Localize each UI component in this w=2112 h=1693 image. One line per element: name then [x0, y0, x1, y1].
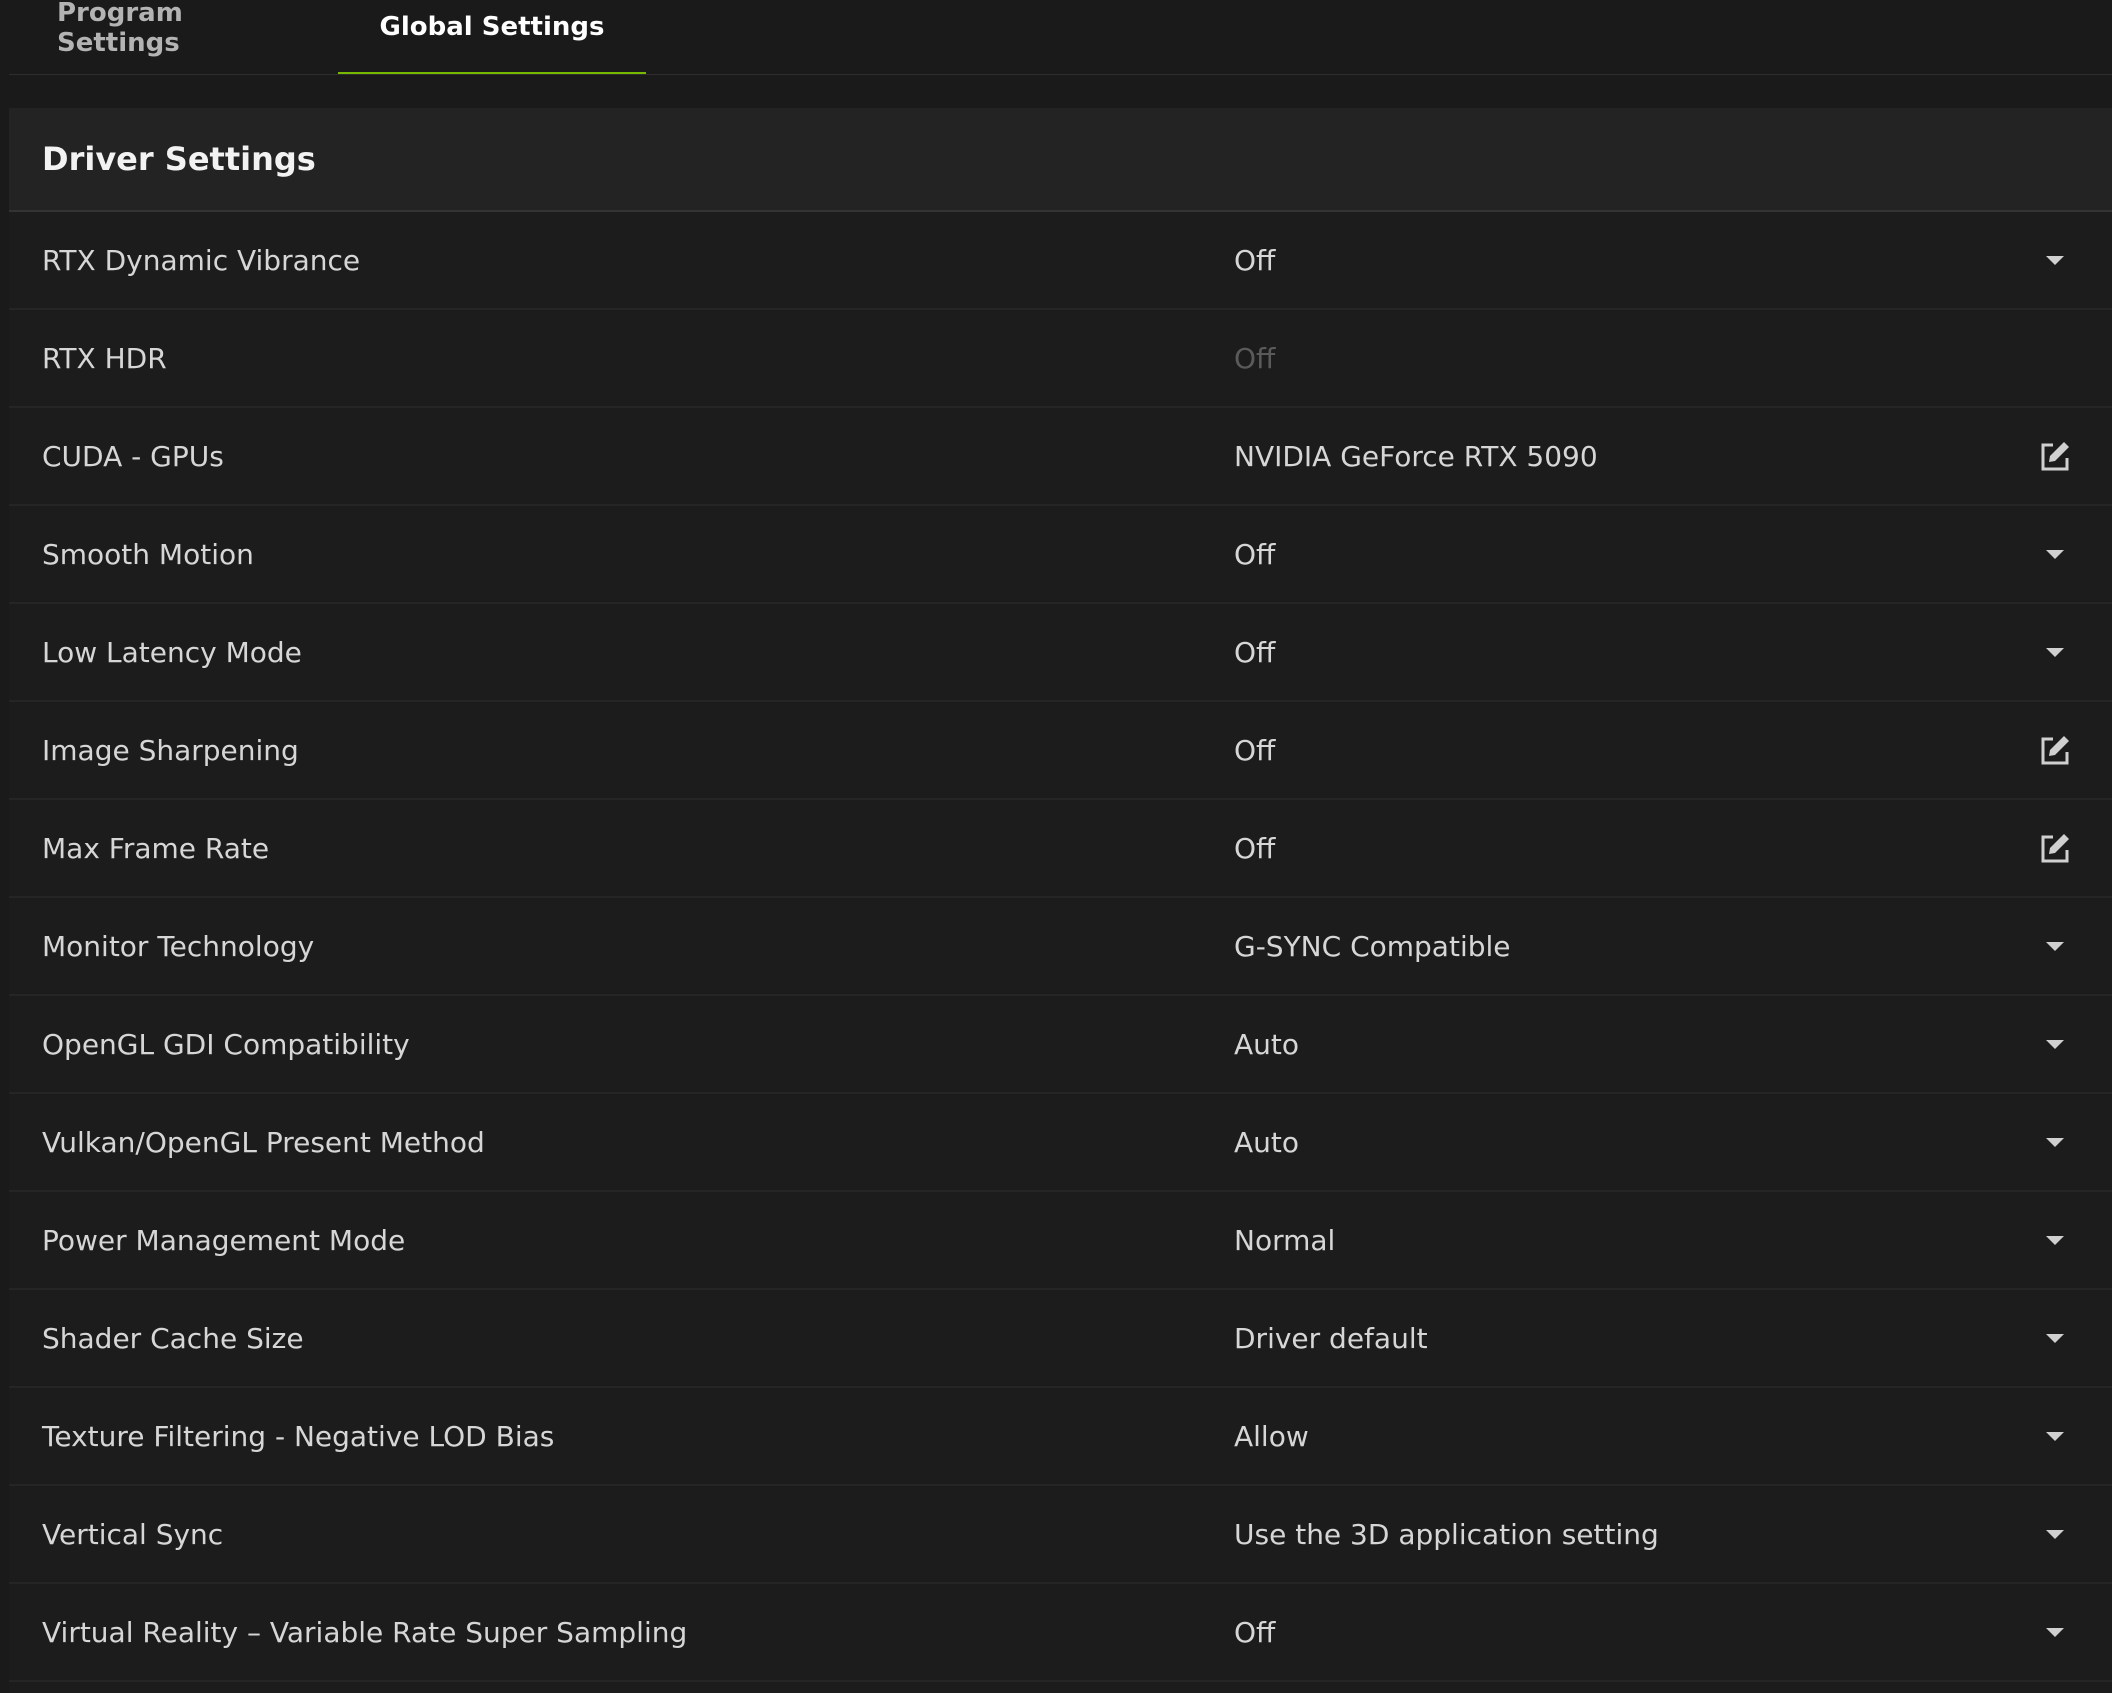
edit-icon[interactable]	[2038, 733, 2072, 767]
setting-row: Smooth Motion Off	[9, 506, 2112, 604]
setting-value: Off	[1234, 341, 1276, 375]
setting-label: CUDA - GPUs	[42, 439, 224, 473]
setting-dropdown[interactable]	[1224, 1584, 2112, 1680]
driver-settings-panel: Driver Settings RTX Dynamic Vibrance Off R…	[9, 108, 2112, 1693]
setting-label: Texture Filtering - Negative LOD Bias	[42, 1419, 555, 1453]
setting-dropdown[interactable]	[1224, 1192, 2112, 1288]
setting-row: Vertical Sync Use the 3D application sett…	[9, 1486, 2112, 1584]
setting-dropdown[interactable]	[1224, 898, 2112, 994]
setting-row: Low Latency Mode Off	[9, 604, 2112, 702]
setting-row: Vulkan/OpenGL Present Method Auto	[9, 1094, 2112, 1192]
chevron-down-icon[interactable]	[2046, 550, 2064, 559]
setting-label: Low Latency Mode	[42, 635, 302, 669]
panel-title: Driver Settings	[9, 108, 2112, 212]
setting-row: Monitor Technology G-SYNC Compatible	[9, 898, 2112, 996]
chevron-down-icon[interactable]	[2046, 942, 2064, 951]
edit-icon[interactable]	[2038, 439, 2072, 473]
tab-program-settings[interactable]: Program Settings	[57, 0, 297, 74]
setting-label: OpenGL GDI Compatibility	[42, 1027, 410, 1061]
settings-list: RTX Dynamic Vibrance Off RTX HDR Off CUDA - …	[9, 212, 2112, 1682]
setting-dropdown[interactable]	[1224, 604, 2112, 700]
setting-row: Shader Cache Size Driver default	[9, 1290, 2112, 1388]
setting-label: Shader Cache Size	[42, 1321, 304, 1355]
setting-label: Max Frame Rate	[42, 831, 270, 865]
setting-edit-button[interactable]	[1224, 408, 2112, 504]
setting-label: Power Management Mode	[42, 1223, 406, 1257]
setting-label: RTX HDR	[42, 341, 167, 375]
setting-row: RTX Dynamic Vibrance Off	[9, 212, 2112, 310]
edit-icon[interactable]	[2038, 831, 2072, 865]
setting-dropdown[interactable]	[1224, 1388, 2112, 1484]
setting-label: Monitor Technology	[42, 929, 315, 963]
setting-edit-button[interactable]	[1224, 702, 2112, 798]
setting-label: Image Sharpening	[42, 733, 299, 767]
setting-label: Smooth Motion	[42, 537, 254, 571]
chevron-down-icon[interactable]	[2046, 1040, 2064, 1049]
chevron-down-icon[interactable]	[2046, 1138, 2064, 1147]
chevron-down-icon[interactable]	[2046, 1432, 2064, 1441]
app-window: Program Settings Global Settings Driver …	[0, 0, 2112, 1693]
chevron-down-icon[interactable]	[2046, 1334, 2064, 1343]
setting-label: Vertical Sync	[42, 1517, 224, 1551]
setting-row: Max Frame Rate Off	[9, 800, 2112, 898]
setting-row: Virtual Reality – Variable Rate Super Sa…	[9, 1584, 2112, 1682]
setting-edit-button[interactable]	[1224, 800, 2112, 896]
setting-label: Vulkan/OpenGL Present Method	[42, 1125, 485, 1159]
tab-global-settings[interactable]: Global Settings	[338, 0, 646, 74]
setting-row: Power Management Mode Normal	[9, 1192, 2112, 1290]
setting-row: RTX HDR Off	[9, 310, 2112, 408]
setting-label: Virtual Reality – Variable Rate Super Sa…	[42, 1615, 688, 1649]
setting-row: Image Sharpening Off	[9, 702, 2112, 800]
chevron-down-icon[interactable]	[2046, 1530, 2064, 1539]
setting-dropdown[interactable]	[1224, 1094, 2112, 1190]
setting-dropdown[interactable]	[1224, 506, 2112, 602]
setting-dropdown[interactable]	[1224, 1486, 2112, 1582]
setting-row: Texture Filtering - Negative LOD Bias All…	[9, 1388, 2112, 1486]
setting-dropdown[interactable]	[1224, 1290, 2112, 1386]
chevron-down-icon[interactable]	[2046, 256, 2064, 265]
setting-row: OpenGL GDI Compatibility Auto	[9, 996, 2112, 1094]
setting-dropdown[interactable]	[1224, 212, 2112, 308]
setting-label: RTX Dynamic Vibrance	[42, 243, 361, 277]
chevron-down-icon[interactable]	[2046, 1628, 2064, 1637]
settings-tabs: Program Settings Global Settings	[9, 0, 2112, 75]
chevron-down-icon[interactable]	[2046, 648, 2064, 657]
setting-dropdown[interactable]	[1224, 996, 2112, 1092]
setting-row: CUDA - GPUs NVIDIA GeForce RTX 5090	[9, 408, 2112, 506]
chevron-down-icon[interactable]	[2046, 1236, 2064, 1245]
